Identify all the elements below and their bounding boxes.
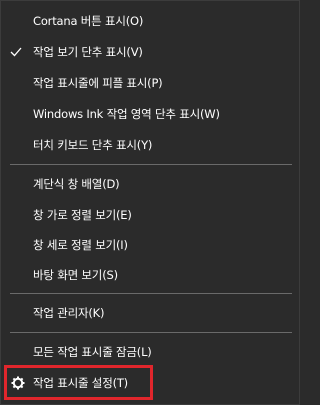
menu-item-label: 작업 보기 단추 표시(V) [33,45,143,59]
menu-item-label: 모든 작업 표시줄 잠금(L) [33,345,152,359]
menu-separator [10,332,292,333]
menu-item-show-task-view-button[interactable]: 작업 보기 단추 표시(V) [1,38,301,66]
menu-item-label: 창 가로 정렬 보기(E) [33,208,132,222]
menu-item-show-touch-keyboard-button[interactable]: 터치 키보드 단추 표시(Y) [1,131,301,159]
menu-item-label: 터치 키보드 단추 표시(Y) [33,138,153,152]
menu-item-label: Cortana 버튼 표시(O) [33,14,144,28]
menu-item-stack-windows[interactable]: 창 가로 정렬 보기(E) [1,201,301,229]
menu-item-label: Windows Ink 작업 영역 단추 표시(W) [33,107,220,121]
menu-item-label: 계단식 창 배열(D) [33,177,120,191]
checkmark-icon [10,38,24,66]
menu-item-label: 바탕 화면 보기(S) [33,268,118,282]
menu-item-taskbar-settings[interactable]: 작업 표시줄 설정(T) [1,369,301,397]
menu-item-show-cortana-button[interactable]: Cortana 버튼 표시(O) [1,7,301,35]
menu-item-label: 창 세로 정렬 보기(I) [33,238,128,252]
menu-item-show-people[interactable]: 작업 표시줄에 피플 표시(P) [1,69,301,97]
menu-separator [10,293,292,294]
menu-item-show-windows-ink-button[interactable]: Windows Ink 작업 영역 단추 표시(W) [1,100,301,128]
taskbar-context-menu: Cortana 버튼 표시(O) 작업 보기 단추 표시(V) 작업 표시줄에 … [0,0,300,405]
menu-item-label: 작업 표시줄 설정(T) [33,376,128,390]
menu-separator [10,164,292,165]
gear-icon [11,369,25,397]
menu-item-task-manager[interactable]: 작업 관리자(K) [1,299,301,327]
menu-item-show-desktop[interactable]: 바탕 화면 보기(S) [1,261,301,289]
menu-item-lock-all-taskbars[interactable]: 모든 작업 표시줄 잠금(L) [1,338,301,366]
menu-item-side-by-side-windows[interactable]: 창 세로 정렬 보기(I) [1,231,301,259]
menu-item-label: 작업 관리자(K) [33,306,105,320]
menu-item-cascade-windows[interactable]: 계단식 창 배열(D) [1,170,301,198]
menu-item-label: 작업 표시줄에 피플 표시(P) [33,76,163,90]
